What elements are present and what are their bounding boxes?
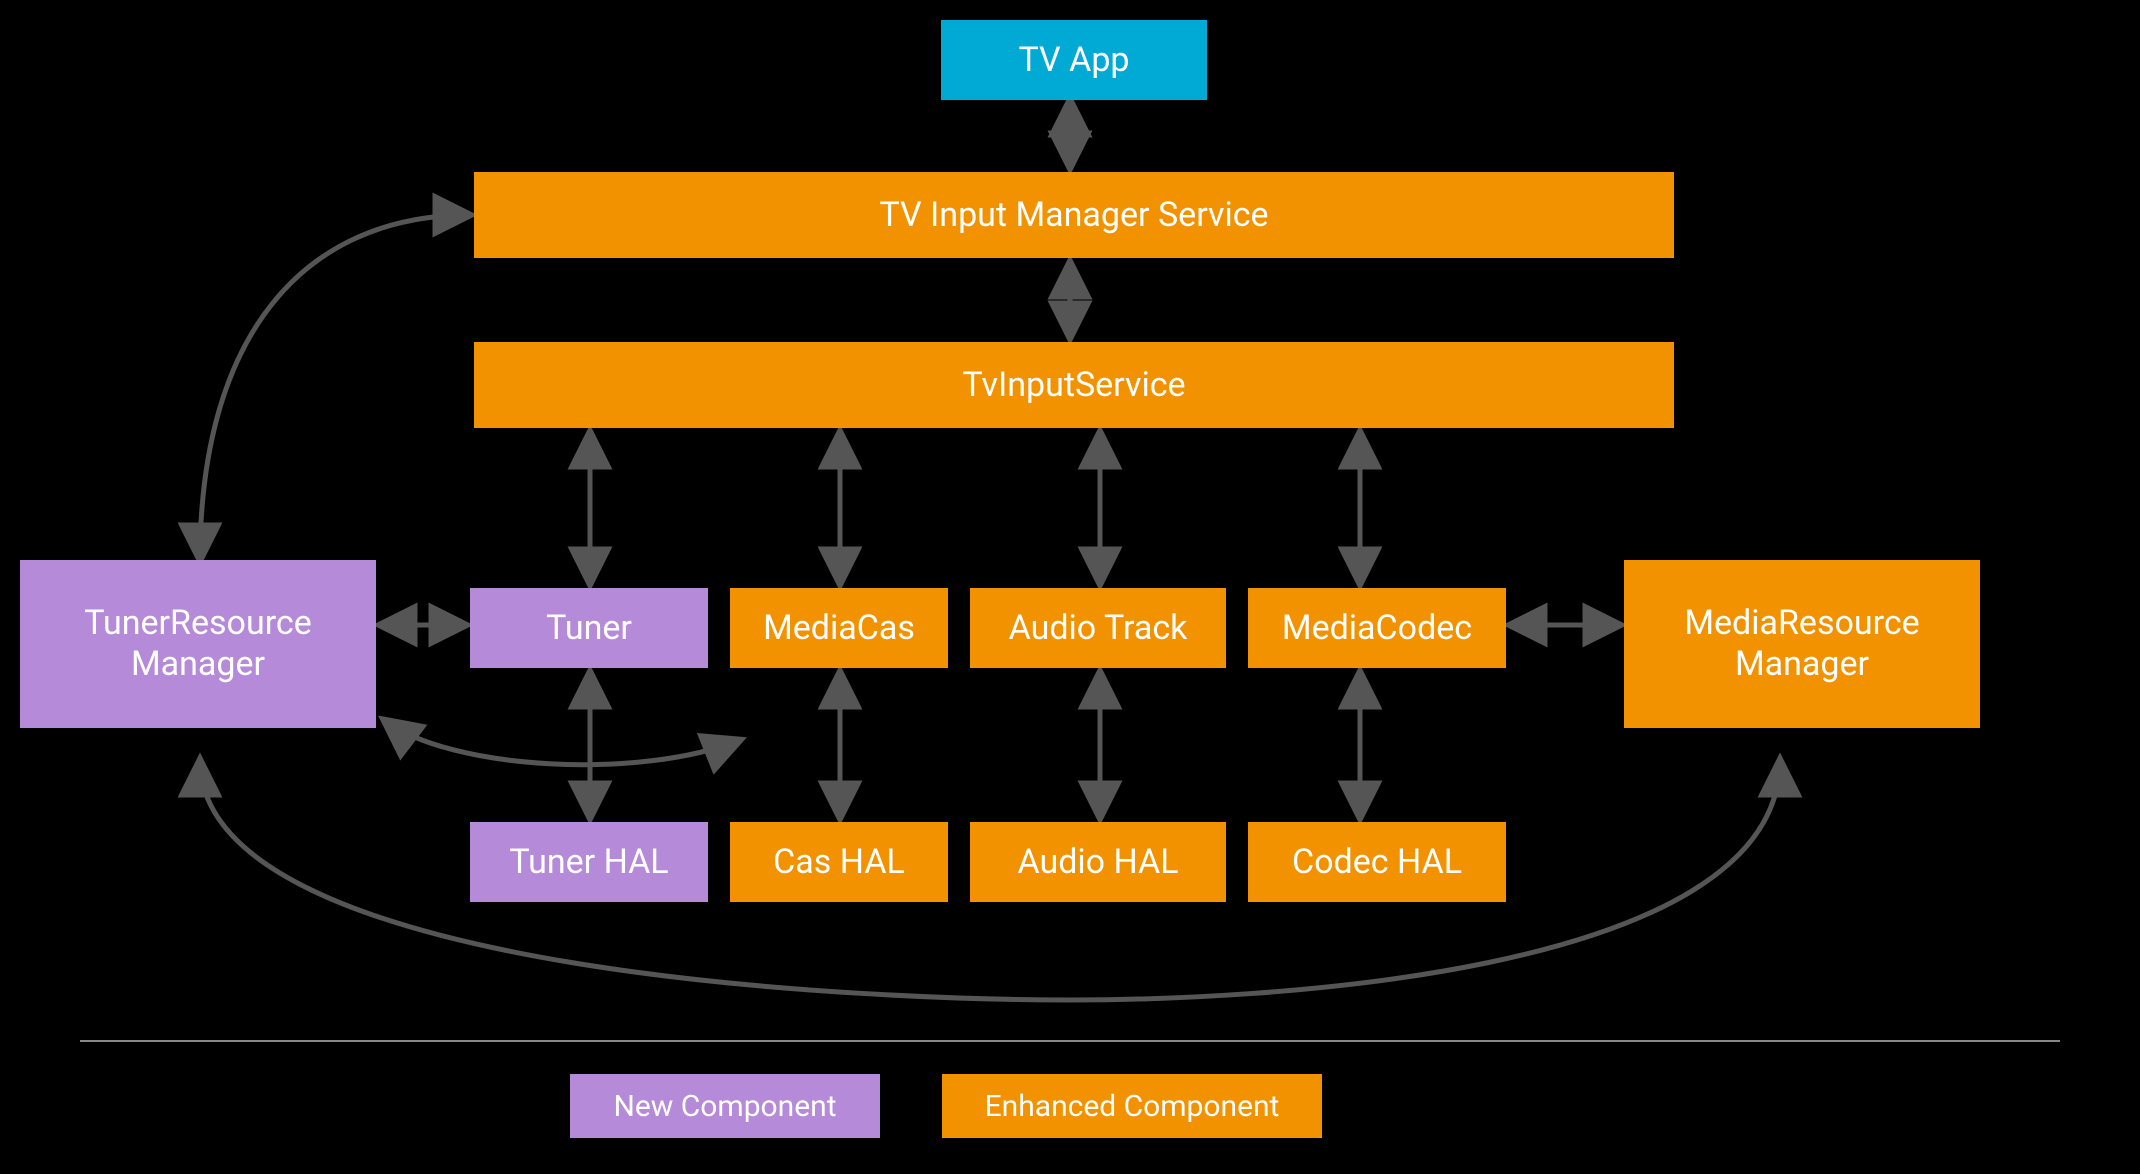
box-media-cas: MediaCas	[730, 588, 948, 668]
box-tuner-resource-manager: TunerResource Manager	[20, 560, 376, 728]
diagram-stage: TV App TV Input Manager Service TvInputS…	[0, 0, 2140, 1174]
box-audio-hal: Audio HAL	[970, 822, 1226, 902]
box-tuner: Tuner	[470, 588, 708, 668]
box-codec-hal: Codec HAL	[1248, 822, 1506, 902]
box-media-resource-manager: MediaResource Manager	[1624, 560, 1980, 728]
box-media-codec: MediaCodec	[1248, 588, 1506, 668]
box-cas-hal: Cas HAL	[730, 822, 948, 902]
box-tv-app: TV App	[941, 20, 1207, 100]
box-tv-input-manager-service: TV Input Manager Service	[474, 172, 1674, 258]
box-tuner-hal: Tuner HAL	[470, 822, 708, 902]
legend-enhanced-component: Enhanced Component	[942, 1074, 1322, 1138]
box-tv-input-service: TvInputService	[474, 342, 1674, 428]
box-audio-track: Audio Track	[970, 588, 1226, 668]
legend-divider	[80, 1040, 2060, 1042]
legend-new-component: New Component	[570, 1074, 880, 1138]
